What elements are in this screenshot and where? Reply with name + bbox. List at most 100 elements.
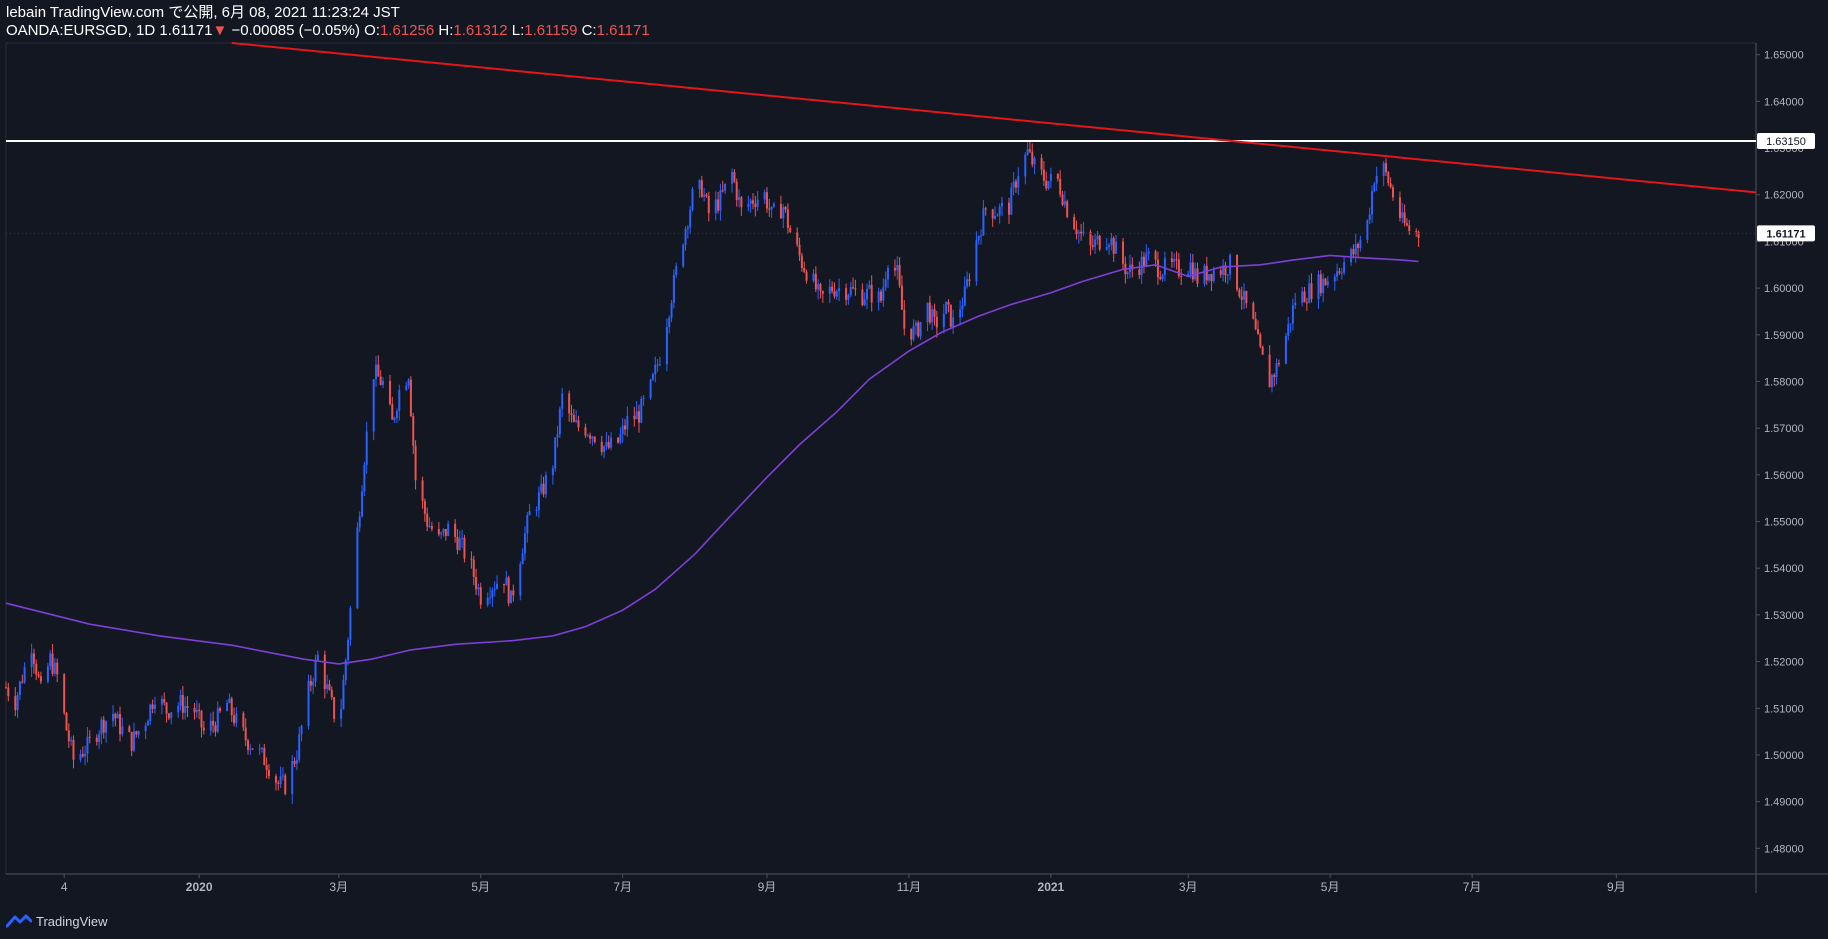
candle-body	[684, 228, 687, 245]
candle-body	[1080, 231, 1083, 234]
candle-body	[747, 203, 750, 208]
candle-body	[770, 206, 773, 210]
candle-body	[1156, 259, 1159, 278]
candle-body	[1398, 197, 1401, 218]
candle-body	[456, 536, 459, 550]
candle-body	[16, 694, 19, 711]
candle-body	[1170, 258, 1173, 262]
candle-body	[328, 684, 331, 690]
candle-body	[186, 705, 189, 708]
candle-body	[1001, 202, 1004, 207]
candle-body	[705, 194, 708, 197]
candle-body	[519, 564, 522, 596]
candle-body	[1033, 158, 1036, 165]
candle-body	[584, 427, 587, 436]
candle-body	[242, 713, 245, 728]
time-tick-label: 2021	[1038, 880, 1065, 894]
candle-body	[121, 726, 124, 735]
price-axis[interactable]: 1.48000 1.49000 1.50000 1.51000 1.52000 1.530…	[1756, 50, 1804, 856]
candle-body	[1289, 323, 1292, 325]
candle-body	[556, 434, 559, 438]
candle-body	[274, 776, 277, 783]
candle-body	[1270, 375, 1273, 388]
candle-body	[1236, 254, 1239, 290]
candle-body	[1175, 258, 1178, 260]
candle-body	[1350, 249, 1353, 263]
candle-body	[1256, 329, 1259, 335]
candle-body	[165, 702, 168, 714]
candle-body	[30, 653, 33, 668]
overlay-lines	[5, 42, 1757, 665]
candle-body	[32, 653, 35, 664]
candle-body	[503, 583, 506, 586]
candle-body	[768, 208, 771, 210]
candle-body	[486, 597, 489, 605]
candle-body	[903, 309, 906, 329]
price-tick-label: 1.60000	[1764, 283, 1804, 295]
time-axis[interactable]: 4 2020 3月 5月 7月 9月 11月 2021 3月 5月 7月 9月	[61, 874, 1626, 894]
candle-body	[428, 526, 431, 528]
candle-body	[365, 431, 368, 465]
candle-body	[100, 719, 103, 735]
candle-body	[1122, 241, 1125, 264]
candle-body	[845, 287, 848, 300]
candle-body	[1096, 235, 1099, 240]
candle-body	[198, 709, 201, 711]
price-tick-label: 1.55000	[1764, 517, 1804, 529]
candle-body	[968, 279, 971, 282]
candle-body	[295, 759, 298, 764]
candle-body	[798, 244, 801, 256]
candle-body	[1238, 289, 1241, 297]
footer: TradingView	[6, 911, 108, 931]
candle-body	[300, 725, 303, 735]
candle-body	[358, 516, 361, 528]
candle-body	[1275, 363, 1278, 377]
candle-body	[870, 284, 873, 303]
candle-body	[642, 397, 645, 399]
candle-body	[1012, 181, 1015, 188]
candle-body	[1140, 256, 1143, 275]
candle-body	[568, 393, 571, 414]
candle-body	[528, 511, 531, 516]
candle-body	[479, 587, 482, 605]
candle-body	[340, 709, 343, 719]
time-tick-label: 4	[61, 880, 68, 894]
candle-body	[621, 425, 624, 435]
price-chart[interactable]: 1.48000 1.49000 1.50000 1.51000 1.52000 1.530…	[0, 0, 1828, 939]
candle-body	[731, 172, 734, 184]
candle-body	[496, 583, 499, 589]
candle-body	[756, 199, 759, 207]
candle-body	[1308, 283, 1311, 303]
candle-body	[1191, 262, 1194, 280]
candle-body	[1333, 276, 1336, 282]
candle-body	[933, 309, 936, 317]
candle-body	[1108, 244, 1111, 248]
candle-body	[959, 309, 962, 318]
candle-body	[493, 588, 496, 590]
candle-body	[1173, 258, 1176, 262]
candle-body	[633, 415, 636, 420]
time-tick-label: 9月	[758, 880, 777, 894]
candle-body	[984, 208, 987, 210]
candle-body	[994, 215, 997, 219]
candle-body	[754, 203, 757, 207]
candle-body	[649, 379, 652, 398]
candle-body	[593, 436, 596, 442]
candle-body	[966, 279, 969, 287]
candle-body	[23, 667, 26, 683]
trend-line	[231, 42, 1757, 194]
candle-body	[447, 523, 450, 536]
candle-body	[444, 528, 447, 536]
candle-body	[540, 483, 543, 493]
candle-body	[521, 553, 524, 565]
candle-body	[1343, 262, 1346, 273]
candle-body	[635, 411, 638, 420]
moving-average-line	[5, 254, 1419, 665]
candle-body	[738, 197, 741, 200]
candle-body	[833, 291, 836, 297]
tradingview-logo-icon	[6, 914, 32, 928]
candle-body	[219, 708, 222, 712]
candle-body	[735, 181, 738, 200]
price-tick-label: 1.65000	[1764, 50, 1804, 62]
candle-body	[980, 235, 983, 237]
